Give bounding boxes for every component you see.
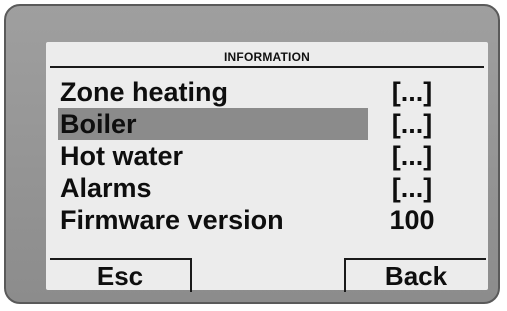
menu-item-value: [...] xyxy=(391,77,433,107)
menu-item-alarms[interactable]: Alarms xyxy=(58,172,368,204)
menu-item-label: Alarms xyxy=(60,173,152,203)
esc-softkey[interactable]: Esc xyxy=(50,258,192,292)
firmware-version-value: 100 xyxy=(389,205,435,235)
menu-item-label: Zone heating xyxy=(60,77,228,107)
menu-item-value: [...] xyxy=(391,141,433,171)
menu-item-label: Hot water xyxy=(60,141,184,171)
menu-item-hot-water[interactable]: Hot water xyxy=(58,140,368,172)
menu-item-label: Boiler xyxy=(60,109,137,139)
menu-item-label: Firmware version xyxy=(60,205,284,235)
menu-item-firmware-version[interactable]: Firmware version xyxy=(58,204,368,236)
title-divider xyxy=(50,66,484,68)
menu-item-zone-heating[interactable]: Zone heating xyxy=(58,76,368,108)
menu-item-value: [...] xyxy=(391,109,433,139)
menu-item-boiler[interactable]: Boiler xyxy=(58,108,368,140)
menu-item-value: [...] xyxy=(391,173,433,203)
device-bezel: INFORMATION Zone heating [...] Boiler [.… xyxy=(4,4,500,304)
lcd-screen: INFORMATION Zone heating [...] Boiler [.… xyxy=(46,42,488,292)
back-softkey[interactable]: Back xyxy=(344,258,486,292)
screen-title: INFORMATION xyxy=(224,50,310,64)
